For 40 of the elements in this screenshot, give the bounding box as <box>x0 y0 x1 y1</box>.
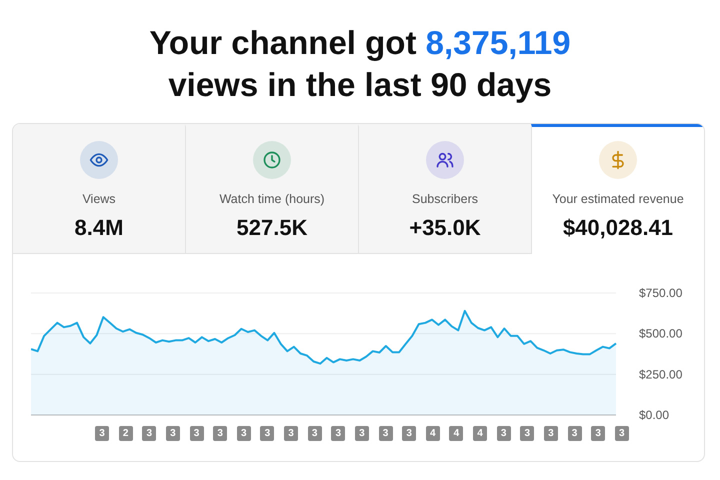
count-badge[interactable]: 3 <box>544 426 558 441</box>
metric-label: Your estimated revenue <box>552 191 684 208</box>
metric-tab[interactable]: Your estimated revenue $40,028.41 <box>531 124 704 254</box>
count-badge[interactable]: 4 <box>473 426 487 441</box>
metric-value: 527.5K <box>236 214 308 242</box>
count-badge[interactable]: 3 <box>496 426 511 441</box>
count-badge[interactable]: 4 <box>426 426 440 441</box>
axis-label: $0.00 <box>639 408 670 422</box>
count-badge[interactable]: 3 <box>331 426 346 441</box>
metric-tab[interactable]: Views 8.4M <box>13 124 185 254</box>
axis-label: $500.00 <box>639 326 682 341</box>
count-badge[interactable]: 3 <box>284 426 298 441</box>
metric-value: $40,028.41 <box>562 214 674 242</box>
count-badge[interactable]: 2 <box>118 426 133 441</box>
count-badge[interactable]: 3 <box>614 426 629 441</box>
metric-label: Views <box>82 191 116 208</box>
count-badge[interactable]: 3 <box>354 426 369 441</box>
count-badge[interactable]: 3 <box>236 426 251 441</box>
metric-value: +35.0K <box>409 214 481 242</box>
metric-value: 8.4M <box>74 214 124 242</box>
headline: Your channel got 8,375,119 views in the last 90 days <box>148 23 572 105</box>
count-badge[interactable]: 3 <box>95 426 109 441</box>
metric-tab[interactable]: Subscribers +35.0K <box>358 124 531 254</box>
count-badge[interactable]: 3 <box>402 426 416 441</box>
count-badge[interactable]: 3 <box>213 426 228 441</box>
axis-label: $750.00 <box>639 286 682 300</box>
count-badge[interactable]: 3 <box>308 426 322 441</box>
axis-label: $250.00 <box>639 367 682 382</box>
count-badge[interactable]: 3 <box>166 426 180 441</box>
count-badge[interactable]: 3 <box>568 426 582 441</box>
count-badge[interactable]: 3 <box>190 426 204 441</box>
metric-label: Watch time (hours) <box>219 191 325 208</box>
count-badge[interactable]: 3 <box>591 426 606 441</box>
count-badge[interactable]: 4 <box>449 426 464 441</box>
count-badge[interactable]: 3 <box>520 426 534 441</box>
metric-tab[interactable]: Watch time (hours) 527.5K <box>185 124 358 254</box>
count-badge[interactable]: 3 <box>378 426 392 441</box>
count-badge[interactable]: 3 <box>260 426 274 441</box>
count-badge[interactable]: 3 <box>142 426 156 441</box>
metric-label: Subscribers <box>412 191 478 208</box>
